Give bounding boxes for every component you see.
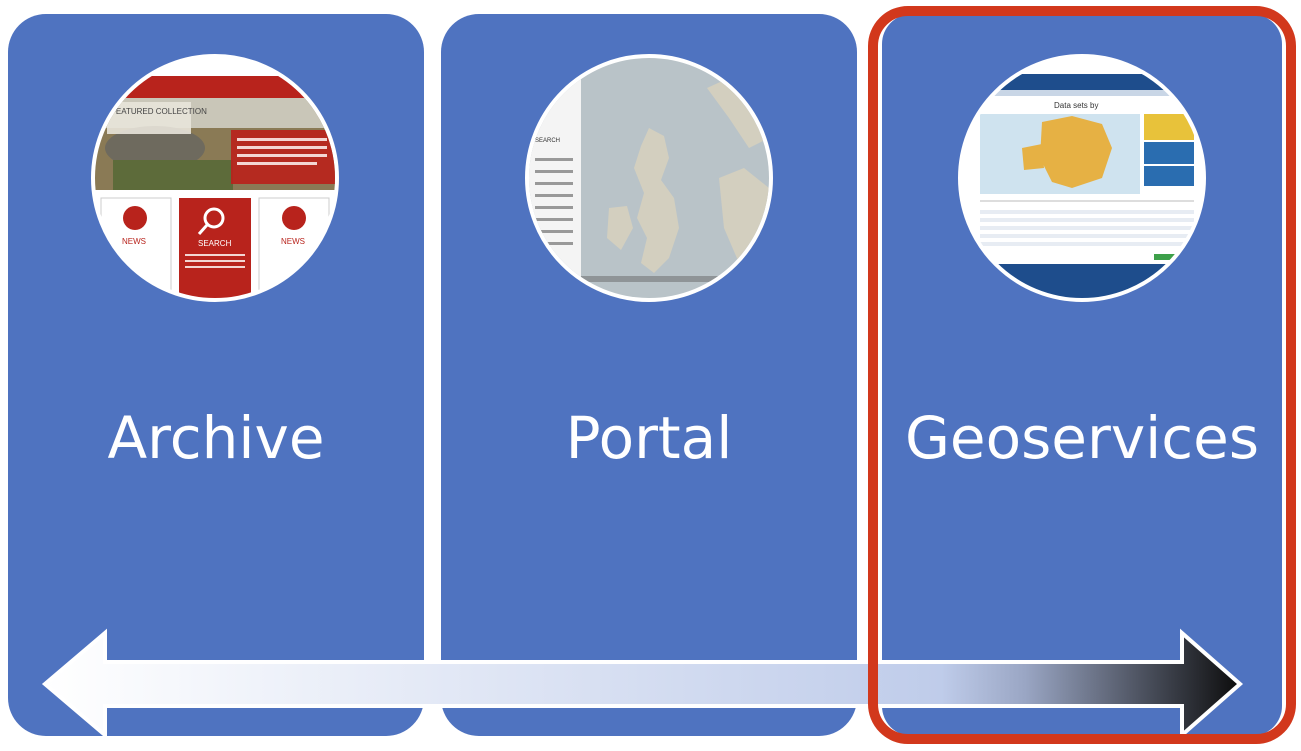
geoservices-highlight-frame: [868, 6, 1296, 744]
